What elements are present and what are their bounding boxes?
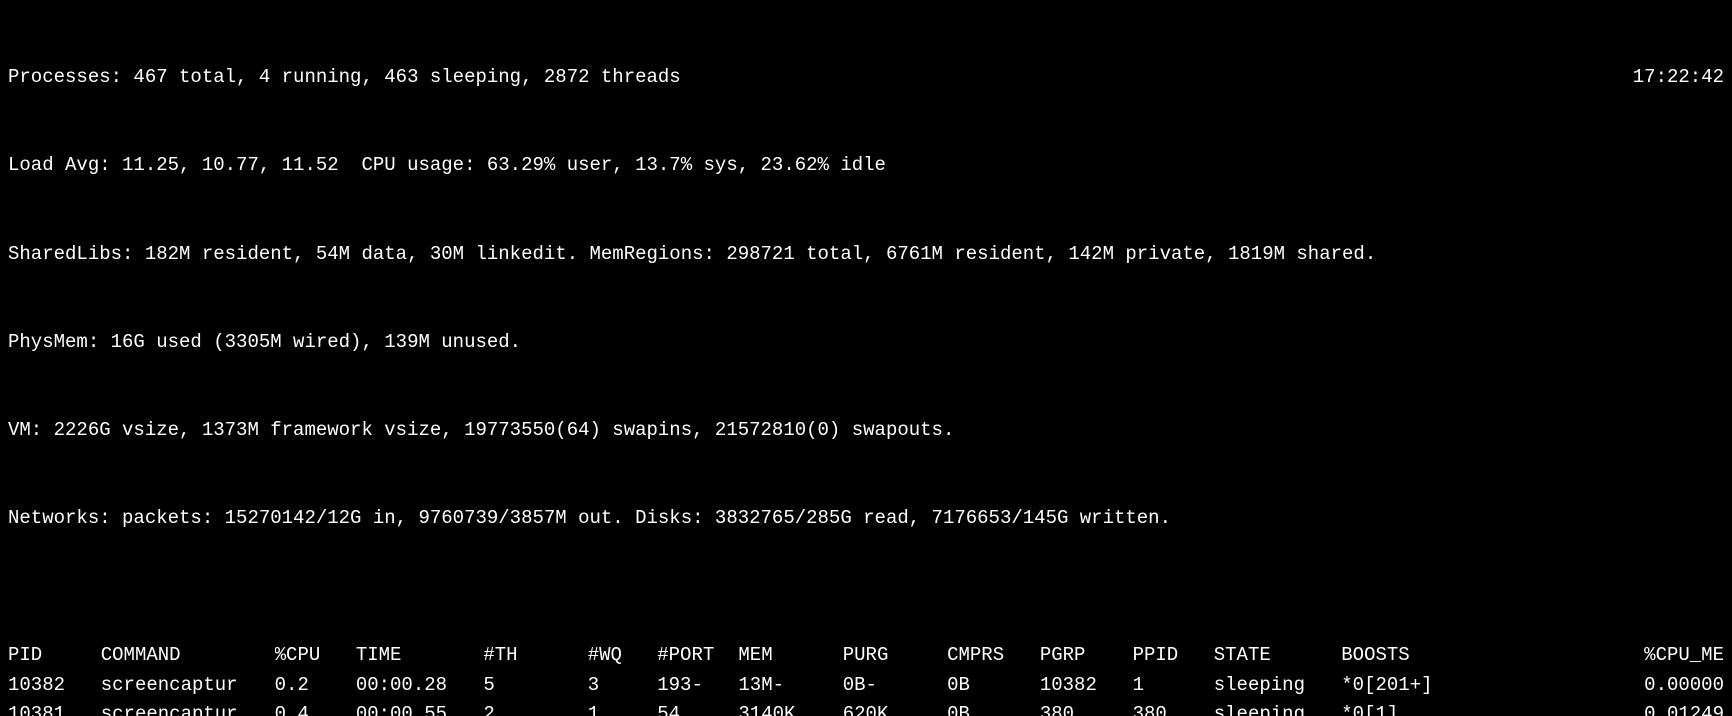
cell-boosts: *0[1] [1341,700,1596,716]
cell-mem: 3140K [738,700,842,716]
col-time: TIME [356,641,484,670]
cell-cpu: 0.2 [275,671,356,700]
col-ppid: PPID [1133,641,1214,670]
cell-pid: 10382 [8,671,101,700]
cell-pid: 10381 [8,700,101,716]
cell-state: sleeping [1214,700,1342,716]
summary-sharedlibs: SharedLibs: 182M resident, 54M data, 30M… [8,240,1724,269]
col-cpu: %CPU [275,641,356,670]
cell-ppid: 380 [1133,700,1214,716]
cell-cmd: screencaptur [101,700,275,716]
col-boosts: BOOSTS [1341,641,1596,670]
col-command: COMMAND [101,641,275,670]
col-wq: #WQ [588,641,658,670]
cell-mem: 13M- [738,671,842,700]
cell-wq: 3 [588,671,658,700]
cell-boosts: *0[201+] [1341,671,1596,700]
col-state: STATE [1214,641,1342,670]
col-pgrp: PGRP [1040,641,1133,670]
summary-load-cpu: Load Avg: 11.25, 10.77, 11.52 CPU usage:… [8,151,1724,180]
cell-time: 00:00.28 [356,671,484,700]
summary-net-disks: Networks: packets: 15270142/12G in, 9760… [8,504,1724,533]
cell-purg: 0B- [843,671,947,700]
cell-cpume: 0.01249 [1596,700,1724,716]
col-th: #TH [483,641,587,670]
summary-processes-line: Processes: 467 total, 4 running, 463 sle… [8,63,1724,92]
col-cpume: %CPU_ME [1596,641,1724,670]
cell-port: 54 [657,700,738,716]
terminal-screen[interactable]: Processes: 467 total, 4 running, 463 sle… [0,0,1732,716]
col-mem: MEM [738,641,842,670]
cell-th: 5 [483,671,587,700]
cell-cpume: 0.00000 [1596,671,1724,700]
summary-processes: Processes: 467 total, 4 running, 463 sle… [8,66,681,88]
cell-purg: 620K [843,700,947,716]
cell-th: 2 [483,700,587,716]
cell-time: 00:00.55 [356,700,484,716]
process-row: 10381screencaptur0.400:00.5521543140K620… [8,700,1724,716]
process-row: 10382screencaptur0.200:00.2853193-13M-0B… [8,671,1724,700]
cell-pgrp: 10382 [1040,671,1133,700]
col-purg: PURG [843,641,947,670]
col-cmprs: CMPRS [947,641,1040,670]
cell-pgrp: 380 [1040,700,1133,716]
cell-cmprs: 0B [947,700,1040,716]
cell-cmd: screencaptur [101,671,275,700]
cell-wq: 1 [588,700,658,716]
col-pid: PID [8,641,101,670]
cell-state: sleeping [1214,671,1342,700]
summary-vm: VM: 2226G vsize, 1373M framework vsize, … [8,416,1724,445]
summary-physmem: PhysMem: 16G used (3305M wired), 139M un… [8,328,1724,357]
cell-port: 193- [657,671,738,700]
cell-cmprs: 0B [947,671,1040,700]
clock: 17:22:42 [1633,63,1724,92]
process-table: PID COMMAND %CPU TIME #TH #WQ #PORT MEM … [8,641,1724,716]
cell-cpu: 0.4 [275,700,356,716]
cell-ppid: 1 [1133,671,1214,700]
col-port: #PORT [657,641,738,670]
process-table-header-row: PID COMMAND %CPU TIME #TH #WQ #PORT MEM … [8,641,1724,670]
